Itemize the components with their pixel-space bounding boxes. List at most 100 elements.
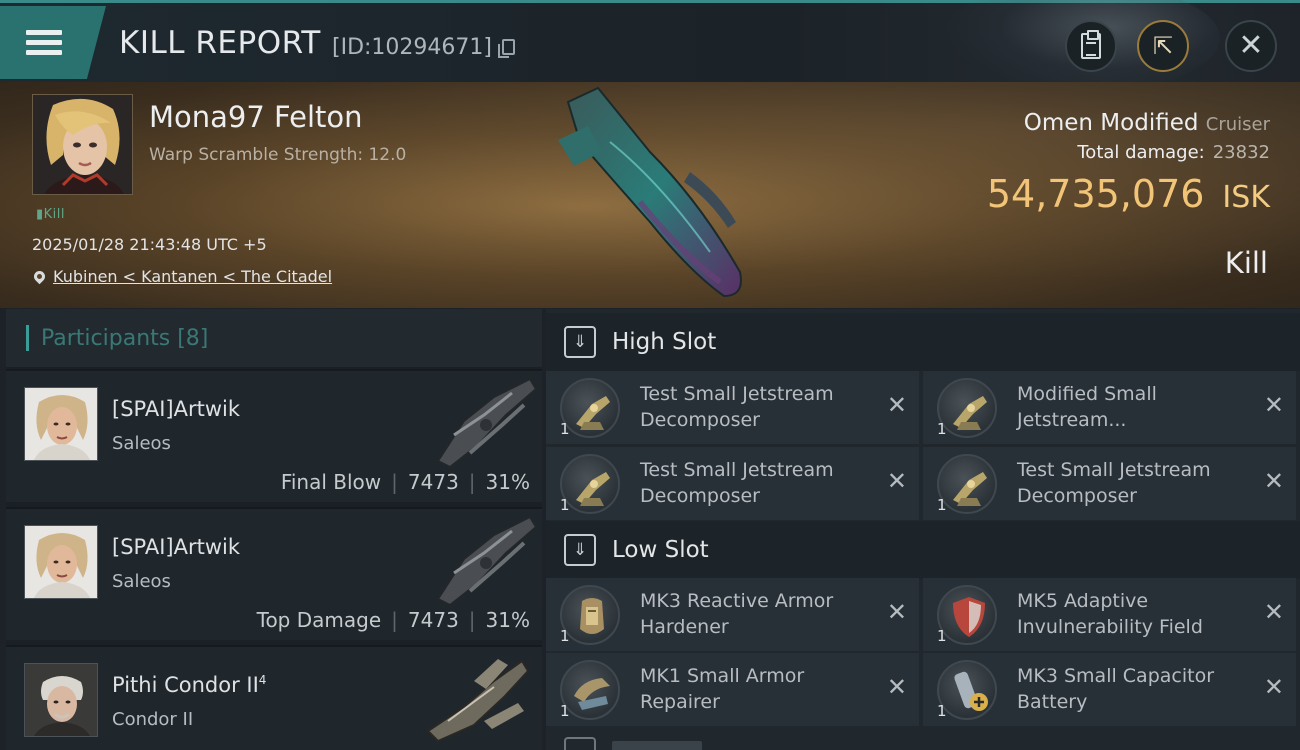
high-slot-header: ⇓ High Slot bbox=[546, 313, 1300, 371]
participant-damage: 7473 bbox=[407, 470, 459, 494]
isk-value-line: 54,735,076 ISK bbox=[987, 172, 1270, 216]
kill-tag-label: Kill bbox=[43, 207, 66, 222]
participant-ship: Saleos bbox=[112, 433, 171, 454]
participant-ship-image bbox=[436, 515, 538, 607]
remove-icon[interactable]: ✕ bbox=[1264, 600, 1284, 624]
clipboard-button[interactable] bbox=[1065, 20, 1117, 72]
stats-divider: | bbox=[391, 470, 398, 494]
low-slot-header: ⇓ Low Slot bbox=[546, 521, 1300, 579]
remove-icon[interactable]: ✕ bbox=[887, 600, 907, 624]
participant-ship-image bbox=[426, 659, 530, 743]
victim-ship-image bbox=[558, 86, 742, 298]
module-name: Test Small Jetstream Decomposer bbox=[640, 383, 834, 431]
module-card[interactable]: 1 MK1 Small Armor Repairer ✕ bbox=[546, 653, 919, 726]
participant-role: Final Blow bbox=[280, 470, 382, 494]
remove-icon[interactable]: ✕ bbox=[1264, 393, 1284, 417]
kill-tag: ▮Kill bbox=[36, 207, 66, 222]
remove-icon[interactable]: ✕ bbox=[887, 675, 907, 699]
participant-stats: Final Blow | 7473 | 31% bbox=[281, 470, 530, 494]
participant-ship: Condor II bbox=[112, 709, 194, 730]
module-name: Test Small Jetstream Decomposer bbox=[1017, 459, 1211, 507]
module-name: Modified Small Jetstream... bbox=[1017, 383, 1157, 431]
participant-name-superscript: 4 bbox=[258, 673, 267, 687]
victim-name[interactable]: Mona97 Felton bbox=[149, 100, 363, 134]
module-name: MK1 Small Armor Repairer bbox=[640, 665, 805, 713]
pin-icon bbox=[31, 268, 48, 285]
participants-panel: Participants [8] [SPAI]Artwik Saleos Fin… bbox=[6, 309, 542, 750]
module-quantity: 1 bbox=[937, 702, 947, 720]
share-button[interactable]: ⇱ bbox=[1137, 20, 1189, 72]
high-slot-icon: ⇓ bbox=[564, 326, 596, 358]
clipboard-icon bbox=[1081, 30, 1101, 59]
participant-avatar[interactable] bbox=[24, 663, 98, 737]
participant-ship: Saleos bbox=[112, 571, 171, 592]
module-card[interactable]: 1 Test Small Jetstream Decomposer ✕ bbox=[923, 447, 1296, 520]
result-label: Kill bbox=[1224, 246, 1268, 280]
victim-ship-name[interactable]: Omen Modified bbox=[1024, 110, 1199, 136]
participant-name[interactable]: Pithi Condor II4 bbox=[112, 673, 266, 697]
module-card[interactable]: 1 Modified Small Jetstream... ✕ bbox=[923, 371, 1296, 444]
remove-icon[interactable]: ✕ bbox=[887, 469, 907, 493]
module-quantity: 1 bbox=[560, 702, 570, 720]
module-quantity: 1 bbox=[560, 627, 570, 645]
participant-damage: 7473 bbox=[407, 608, 459, 632]
participant-stats: Top Damage | 7473 | 31% bbox=[257, 608, 530, 632]
participant-name-text: Pithi Condor II bbox=[112, 673, 259, 697]
copy-icon[interactable] bbox=[498, 39, 515, 58]
damage-value: 23832 bbox=[1212, 142, 1270, 163]
participants-header[interactable]: Participants [8] bbox=[6, 309, 542, 367]
remove-icon[interactable]: ✕ bbox=[887, 393, 907, 417]
module-card[interactable]: 1 MK3 Reactive Armor Hardener ✕ bbox=[546, 578, 919, 651]
participant-role: Top Damage bbox=[256, 608, 382, 632]
close-button[interactable]: ✕ bbox=[1225, 20, 1277, 72]
module-quantity: 1 bbox=[937, 627, 947, 645]
location-link[interactable]: Kubinen < Kantanen < The Citadel bbox=[31, 267, 332, 286]
menu-icon bbox=[26, 30, 62, 55]
participant-avatar[interactable] bbox=[24, 387, 98, 461]
report-id: [ID:10294671] bbox=[332, 35, 492, 60]
stats-divider: | bbox=[468, 608, 476, 632]
victim-avatar[interactable] bbox=[32, 94, 133, 195]
total-damage: Total damage: 23832 bbox=[1077, 142, 1270, 163]
stats-divider: | bbox=[468, 470, 476, 494]
victim-banner: Mona97 Felton Warp Scramble Strength: 12… bbox=[0, 82, 1300, 308]
next-slot-icon bbox=[564, 737, 596, 750]
module-card[interactable]: 1 MK5 Adaptive Invulnerability Field ✕ bbox=[923, 578, 1296, 651]
stats-divider: | bbox=[391, 608, 398, 632]
remove-icon[interactable]: ✕ bbox=[1264, 469, 1284, 493]
module-card[interactable]: 1 MK3 Small Capacitor Battery ✕ bbox=[923, 653, 1296, 726]
participant-name[interactable]: [SPAI]Artwik bbox=[112, 535, 240, 559]
module-name: MK3 Reactive Armor Hardener bbox=[640, 590, 834, 638]
next-slot-title-placeholder bbox=[612, 741, 702, 750]
module-name: Test Small Jetstream Decomposer bbox=[640, 459, 834, 507]
isk-value: 54,735,076 bbox=[986, 172, 1205, 216]
participants-title: Participants [8] bbox=[41, 325, 209, 351]
module-name: MK5 Adaptive Invulnerability Field bbox=[1017, 590, 1203, 638]
low-slot-title: Low Slot bbox=[612, 537, 709, 563]
participant-row[interactable]: [SPAI]Artwik Saleos Final Blow | 7473 | … bbox=[6, 369, 542, 502]
remove-icon[interactable]: ✕ bbox=[1264, 675, 1284, 699]
menu-button[interactable] bbox=[0, 6, 106, 79]
page-title: KILL REPORT bbox=[119, 25, 321, 61]
high-slot-title: High Slot bbox=[612, 329, 717, 355]
participant-avatar[interactable] bbox=[24, 525, 98, 599]
participant-row[interactable]: Pithi Condor II4 Condor II bbox=[6, 645, 542, 750]
header-bar: KILL REPORT [ID:10294671] ⇱ ✕ bbox=[0, 0, 1300, 93]
close-icon: ✕ bbox=[1238, 28, 1264, 63]
participant-name[interactable]: [SPAI]Artwik bbox=[112, 397, 240, 421]
module-quantity: 1 bbox=[937, 420, 947, 438]
participant-row[interactable]: [SPAI]Artwik Saleos Top Damage | 7473 | … bbox=[6, 507, 542, 640]
module-quantity: 1 bbox=[560, 496, 570, 514]
isk-unit: ISK bbox=[1222, 180, 1270, 215]
kill-timestamp: 2025/01/28 21:43:48 UTC +5 bbox=[32, 235, 267, 254]
header-accent-bar bbox=[26, 325, 29, 351]
module-card[interactable]: 1 Test Small Jetstream Decomposer ✕ bbox=[546, 371, 919, 444]
module-name: MK3 Small Capacitor Battery bbox=[1017, 665, 1215, 713]
victim-ship-class: Cruiser bbox=[1205, 114, 1270, 135]
warp-scramble-text: Warp Scramble Strength: 12.0 bbox=[149, 145, 407, 165]
module-card[interactable]: 1 Test Small Jetstream Decomposer ✕ bbox=[546, 447, 919, 520]
participant-percent: 31% bbox=[485, 608, 530, 632]
low-slot-icon: ⇓ bbox=[564, 534, 596, 566]
location-text[interactable]: Kubinen < Kantanen < The Citadel bbox=[53, 267, 332, 286]
damage-label: Total damage: bbox=[1077, 142, 1205, 163]
